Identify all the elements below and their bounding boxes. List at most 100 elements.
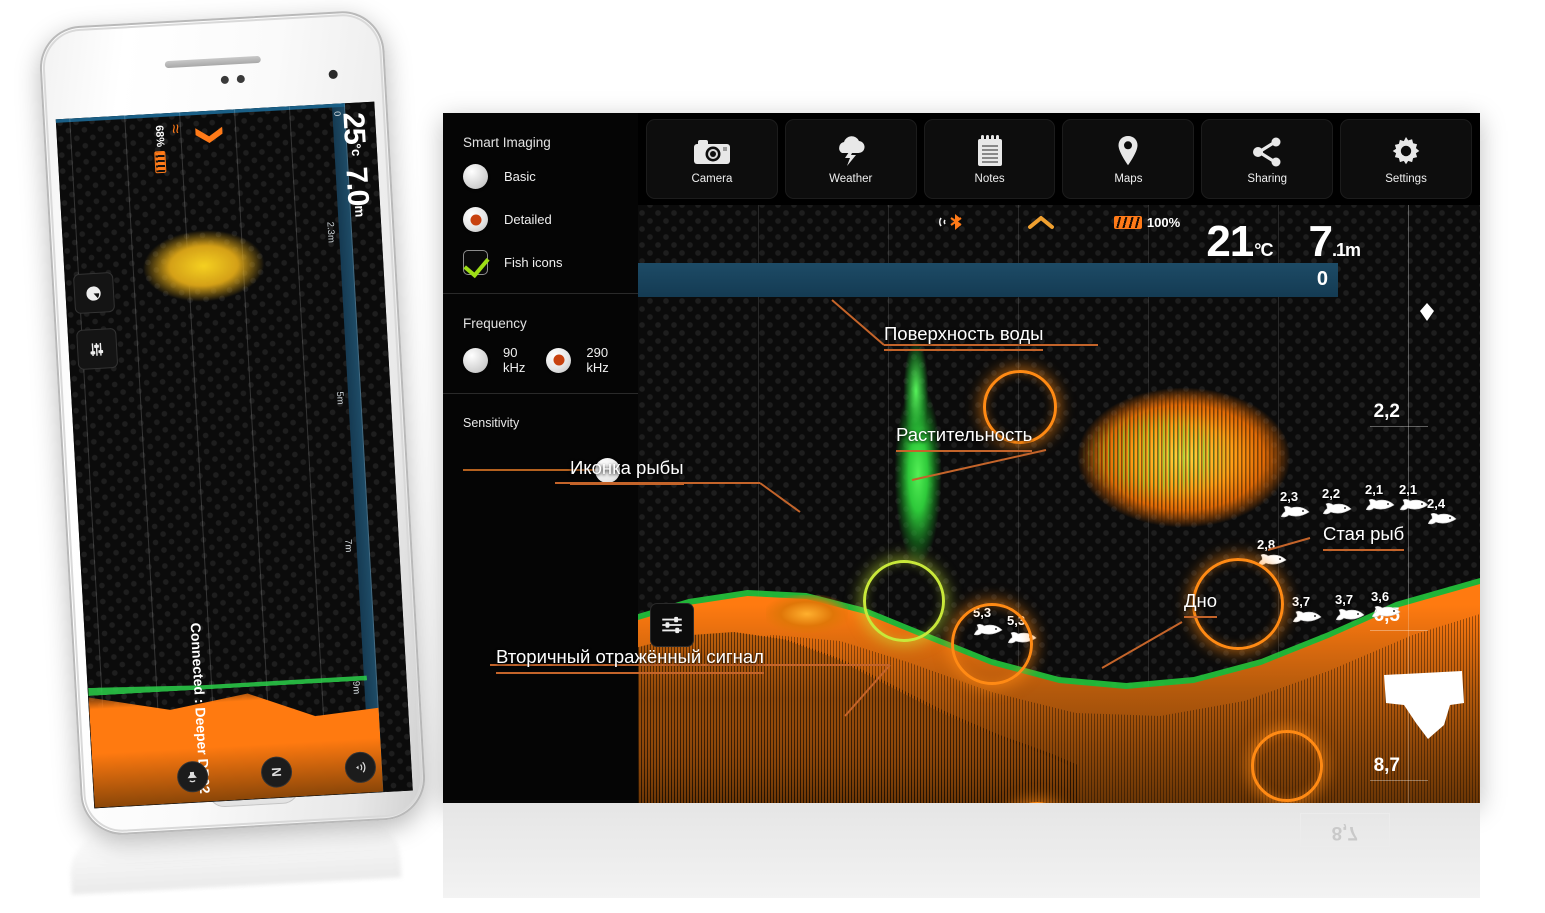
radio-basic-label: Basic	[504, 169, 536, 184]
sensitivity-label: Sensitivity	[463, 416, 520, 430]
temperature-value: 21	[1206, 217, 1254, 266]
toolbar-button-maps[interactable]: Maps	[1062, 119, 1195, 199]
phone-gauge-button[interactable]	[72, 271, 116, 315]
notes-icon	[976, 133, 1004, 167]
fish-icon	[1288, 610, 1322, 624]
compass-north-icon: N	[268, 766, 285, 778]
fish-depth-label: 3,7	[1335, 592, 1354, 607]
map-pin-icon	[1116, 133, 1140, 167]
depth-readout: 7.1m	[1308, 217, 1361, 267]
phone-screen[interactable]: 25°c 7.0m 0 2.3m 5m 7m 9m 68% Connected …	[55, 101, 413, 809]
toolbar-label-sharing: Sharing	[1247, 173, 1288, 185]
sonar-sliders-button[interactable]	[650, 603, 694, 647]
depth-tick-3: 8,7	[1369, 755, 1429, 781]
sonar-canvas[interactable]: 0 2,2 6,5 8,7	[638, 205, 1480, 803]
phone-depth-unit: m	[351, 204, 368, 218]
checkmark-icon[interactable]	[463, 250, 488, 275]
frequency-section: Frequency 90 kHz 290 kHz	[443, 293, 638, 393]
chevron-up-icon	[1027, 216, 1054, 229]
temperature-readout: 21°C	[1206, 217, 1273, 267]
chevron-up-button[interactable]	[1026, 213, 1056, 231]
small-fish-clump	[766, 595, 848, 633]
sonar-readouts: 21°C 7.1m	[1206, 217, 1361, 267]
phone-depth-mark-1: 2.3m	[324, 221, 337, 244]
depth-tick-1: 2,2	[1369, 401, 1429, 427]
frequency-options: 90 kHz 290 kHz	[463, 345, 618, 375]
toolbar-button-notes[interactable]: Notes	[923, 119, 1056, 199]
radio-90khz-icon[interactable]	[463, 347, 488, 373]
radio-basic-icon[interactable]	[463, 164, 488, 189]
phone-depth-mark-4: 9m	[350, 680, 362, 695]
bluetooth-signal-icon	[938, 214, 962, 230]
fish-depth-label: 2,4	[1427, 496, 1446, 511]
sliders-icon	[662, 616, 682, 634]
toolbar-label-settings: Settings	[1385, 173, 1427, 185]
fish-icon	[1395, 498, 1429, 512]
share-icon	[1251, 133, 1283, 167]
reflection-depth-text: 8,7	[1331, 822, 1358, 843]
fish-depth-label: 2,8	[1257, 537, 1276, 552]
annotation-vegetation: Растительность	[896, 424, 1033, 452]
toolbar-button-sharing[interactable]: Sharing	[1201, 119, 1334, 199]
radio-290khz-label: 290 kHz	[586, 345, 609, 375]
phone-temperature-value: 25	[336, 111, 372, 145]
fish-depth-label: 3,7	[1292, 594, 1311, 609]
water-surface-band	[638, 263, 1338, 297]
highlight-ring-fish-icon	[951, 603, 1033, 685]
chevron-right-icon[interactable]: ❯	[195, 123, 227, 146]
weather-storm-icon	[833, 133, 869, 167]
fish-icon	[1276, 505, 1310, 519]
toolbar-button-weather[interactable]: Weather	[784, 119, 917, 199]
toolbar-label-notes: Notes	[974, 173, 1005, 185]
toolbar-label-weather: Weather	[829, 173, 873, 185]
phone-sliders-button[interactable]	[76, 327, 119, 371]
fish-depth-label: 2,1	[1365, 482, 1384, 497]
fish-depth-label: 2,3	[1280, 489, 1299, 504]
fish-icon	[1331, 608, 1365, 622]
phone-depth-mark-2: 5m	[333, 391, 346, 405]
surface-marker-icon	[1420, 303, 1434, 321]
depth-value: 7	[1308, 217, 1333, 266]
fish-icons-toggle[interactable]: Fish icons	[463, 250, 618, 275]
annotation-fish-school: Стая рыб	[1323, 523, 1405, 551]
radio-290khz-icon[interactable]	[546, 347, 572, 373]
highlight-ring-bottom	[1251, 730, 1323, 802]
frequency-title: Frequency	[463, 316, 527, 331]
camera-icon	[693, 133, 731, 167]
smart-imaging-option-detailed[interactable]: Detailed	[463, 207, 618, 232]
phone-sonar-view: 25°c 7.0m 0 2.3m 5m 7m 9m 68% Connected …	[55, 102, 413, 809]
toolbar-label-camera: Camera	[691, 173, 733, 185]
sensitivity-section: Sensitivity	[443, 393, 638, 803]
gear-icon	[1390, 133, 1422, 167]
annotation-water-surface: Поверхность воды	[884, 323, 1044, 351]
surface-zero-label: 0	[1316, 268, 1328, 290]
battery-icon	[154, 150, 167, 174]
toolbar-button-settings[interactable]: Settings	[1340, 119, 1472, 199]
fish-depth-label: 3,6	[1371, 589, 1390, 604]
wifi-icon	[356, 761, 366, 773]
phone-depth-mark-3: 7m	[342, 538, 354, 553]
battery-percent-label: 100%	[1146, 214, 1181, 230]
radio-90khz-label: 90 kHz	[503, 345, 526, 375]
phone-temperature-unit: °c	[348, 143, 365, 157]
depth-unit: .1m	[1331, 240, 1361, 260]
fish-depth-label: 2,1	[1399, 482, 1418, 497]
annotation-fish-icon: Иконка рыбы	[570, 457, 684, 485]
toolbar-button-camera[interactable]: Camera	[646, 119, 778, 199]
annotation-bottom: Дно	[1184, 590, 1218, 618]
fish-icon	[1367, 605, 1401, 619]
transducer-marker-icon	[1384, 671, 1464, 739]
highlight-ring-vegetation	[863, 560, 945, 642]
fish-icon	[1423, 512, 1457, 526]
sliders-icon	[90, 342, 104, 356]
fish-depth-label: 2,2	[1322, 486, 1341, 501]
radio-detailed-icon[interactable]	[463, 207, 488, 232]
fish-icon	[1361, 498, 1395, 512]
smart-imaging-title: Smart Imaging	[463, 135, 551, 150]
toolbar-label-maps: Maps	[1114, 173, 1143, 185]
phone-surface-zero-label: 0	[332, 110, 343, 117]
smart-imaging-section: Smart Imaging Basic Detailed Fish icons	[443, 113, 638, 293]
smart-imaging-option-basic[interactable]: Basic	[463, 164, 618, 189]
phone-readouts: 25°c 7.0m	[335, 111, 375, 218]
temperature-unit: °C	[1254, 240, 1273, 260]
